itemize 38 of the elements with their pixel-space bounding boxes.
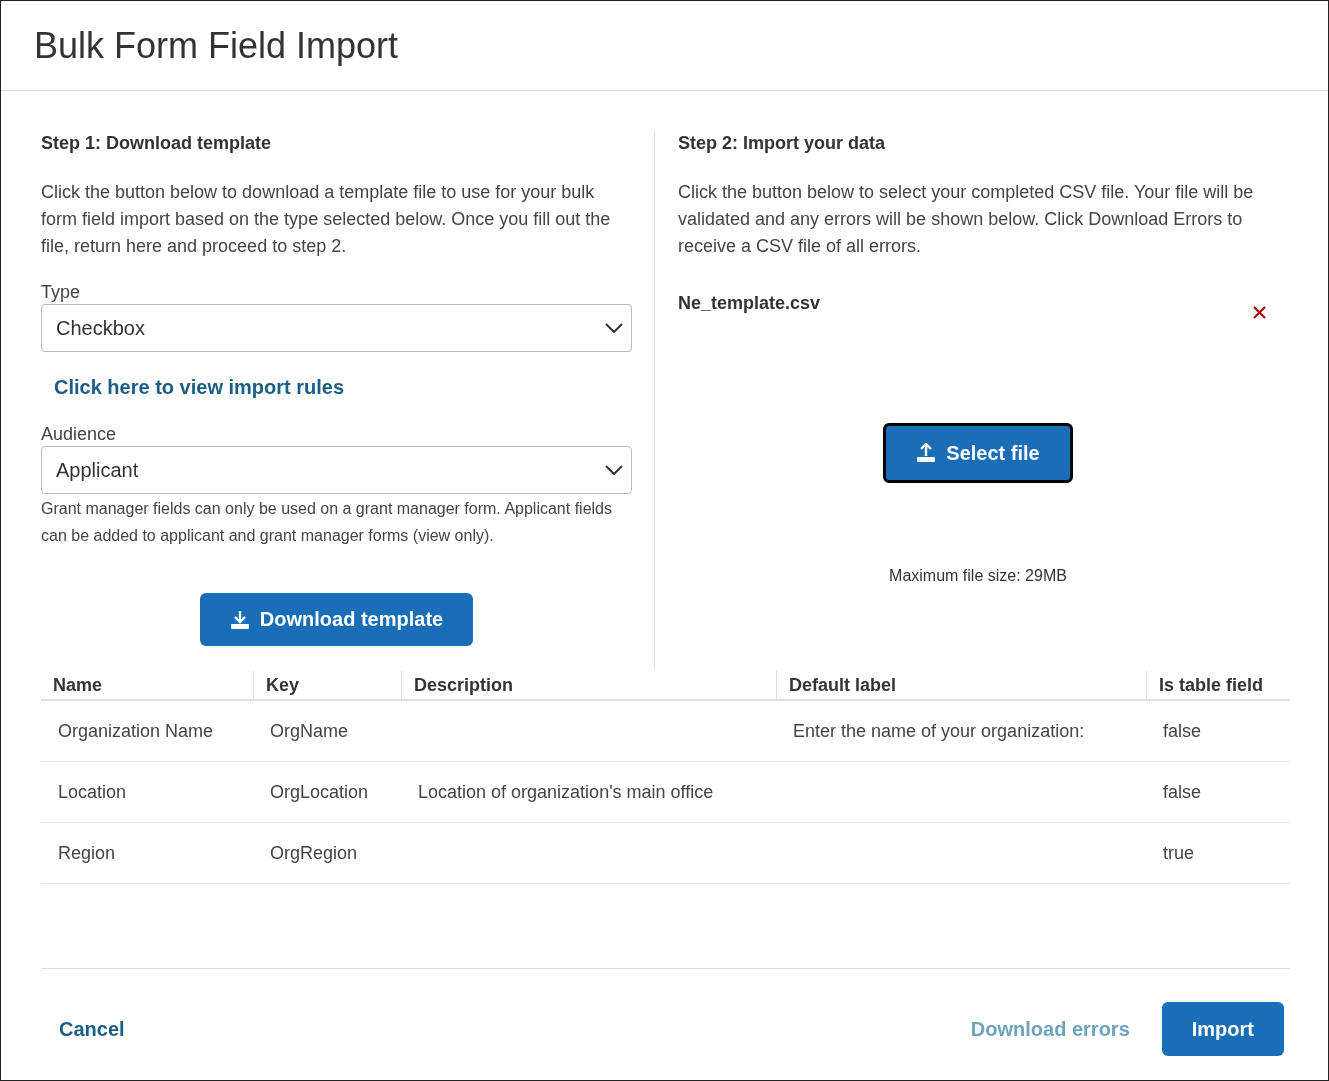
dialog-title: Bulk Form Field Import bbox=[34, 24, 399, 67]
step-heading: Step 1: Download template bbox=[41, 132, 273, 155]
download-icon bbox=[229, 609, 250, 630]
step-description: Click the button below to download a template file to use for your bulk form field import based on the type selected below. Once you fill out the file, return here and proceed to step 2. bbox=[41, 181, 612, 258]
column-header: Default label bbox=[776, 671, 1146, 699]
table-cell: Organization Name bbox=[58, 720, 214, 742]
file-name: Ne_template.csv bbox=[678, 293, 821, 314]
max-file-size: Maximum file size: 29MB bbox=[888, 567, 1068, 585]
step-description: Click the button below to select your completed CSV file. Your file will be validated and any errors will be shown below. Click Download Errors to receive a CSV file of all errors. bbox=[678, 181, 1255, 258]
import-rules-link[interactable]: Click here to view import rules bbox=[54, 376, 632, 399]
table-cell: OrgName bbox=[270, 720, 349, 742]
table-cell: Location of organization's main office bbox=[418, 781, 714, 803]
table-cell: Location bbox=[58, 781, 127, 803]
audience-dropdown[interactable]: Applicant bbox=[41, 446, 632, 494]
field-label: Audience bbox=[41, 423, 118, 446]
upload-icon bbox=[916, 443, 937, 463]
table-cell: Enter the name of your organization: bbox=[793, 720, 1085, 742]
chevron-down-icon bbox=[605, 323, 623, 333]
table-cell: OrgLocation bbox=[270, 781, 369, 803]
select-file-button[interactable]: Select file bbox=[883, 423, 1073, 483]
step-heading: Step 2: Import your data bbox=[678, 132, 887, 155]
cancel-link[interactable]: Cancel bbox=[59, 1017, 125, 1041]
column-header: Is table field bbox=[1146, 671, 1290, 699]
download-template-button[interactable]: Download template bbox=[199, 593, 474, 646]
help-text: Grant manager fields can only be used on a grant manager form. Applicant fields can be added to applicant and grant manager forms (view only). bbox=[41, 499, 613, 546]
field-label: Type bbox=[41, 281, 82, 304]
table-cell: true bbox=[1163, 842, 1195, 864]
column-header: Key bbox=[253, 671, 401, 699]
column-header: Description bbox=[401, 671, 776, 699]
table-cell: false bbox=[1163, 781, 1202, 803]
table-cell: Region bbox=[58, 842, 116, 864]
table-cell: OrgRegion bbox=[270, 842, 358, 864]
chevron-down-icon bbox=[605, 465, 623, 475]
table-cell: false bbox=[1163, 720, 1202, 742]
import-button[interactable]: Import bbox=[1161, 1002, 1284, 1056]
remove-icon[interactable] bbox=[1253, 306, 1266, 319]
column-header: Name bbox=[52, 674, 104, 697]
type-dropdown[interactable]: Checkbox bbox=[41, 304, 632, 352]
